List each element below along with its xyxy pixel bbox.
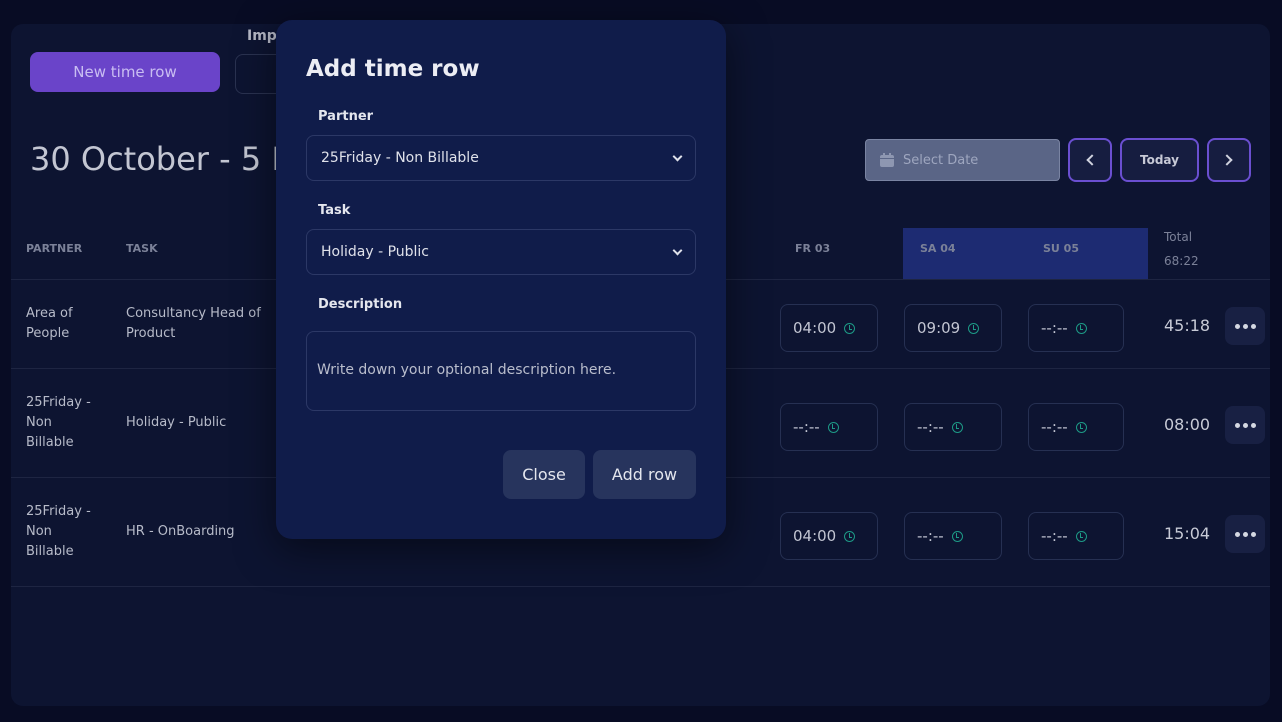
time-input-su[interactable]: --:-- xyxy=(1028,304,1124,352)
time-input-sa[interactable]: 09:09 xyxy=(904,304,1002,352)
add-row-button[interactable]: Add row xyxy=(593,450,696,499)
next-week-button[interactable] xyxy=(1207,138,1251,182)
description-input[interactable] xyxy=(306,331,696,411)
time-input-sa[interactable]: --:-- xyxy=(904,403,1002,451)
more-icon xyxy=(1234,422,1240,428)
row-partner: 25Friday - Non Billable xyxy=(26,504,91,559)
time-value: --:-- xyxy=(793,418,820,436)
chevron-left-icon xyxy=(1086,154,1098,166)
partner-label: Partner xyxy=(318,109,374,124)
time-value: 09:09 xyxy=(917,319,961,337)
task-select[interactable]: Holiday - Public xyxy=(306,229,696,275)
header-total-value: 68:22 xyxy=(1164,254,1199,268)
row-partner: 25Friday - Non Billable xyxy=(26,395,91,450)
time-value: --:-- xyxy=(1041,319,1068,337)
task-label: Task xyxy=(318,203,351,218)
clock-icon xyxy=(827,421,839,433)
time-input-fr[interactable]: 04:00 xyxy=(780,512,878,560)
header-task: TASK xyxy=(126,242,158,255)
time-value: --:-- xyxy=(1041,418,1068,436)
time-input-su[interactable]: --:-- xyxy=(1028,403,1124,451)
more-icon xyxy=(1242,422,1248,428)
date-picker-placeholder: Select Date xyxy=(903,152,979,168)
more-icon xyxy=(1250,531,1256,537)
row-partner: Area of People xyxy=(26,306,73,341)
time-value: --:-- xyxy=(917,418,944,436)
row-total: 08:00 xyxy=(1164,415,1211,434)
more-icon xyxy=(1234,531,1240,537)
time-value: --:-- xyxy=(1041,527,1068,545)
time-input-sa[interactable]: --:-- xyxy=(904,512,1002,560)
header-total: Total xyxy=(1164,230,1193,244)
modal-title: Add time row xyxy=(306,56,480,82)
header-fr: FR 03 xyxy=(795,242,831,255)
chevron-right-icon xyxy=(1221,154,1233,166)
row-task: Holiday - Public xyxy=(126,415,227,430)
row-total: 15:04 xyxy=(1164,524,1211,543)
row-task: Consultancy Head of Product xyxy=(126,306,261,341)
task-select-value: Holiday - Public xyxy=(321,244,430,260)
clock-icon xyxy=(844,530,856,542)
clock-icon xyxy=(844,322,856,334)
close-button[interactable]: Close xyxy=(503,450,585,499)
more-icon xyxy=(1242,323,1248,329)
clock-icon xyxy=(951,421,963,433)
row-more-button[interactable] xyxy=(1225,515,1265,553)
time-input-fr[interactable]: --:-- xyxy=(780,403,878,451)
row-total: 45:18 xyxy=(1164,316,1211,335)
row-divider xyxy=(11,586,1270,587)
row-more-button[interactable] xyxy=(1225,307,1265,345)
clock-icon xyxy=(1075,530,1087,542)
date-picker[interactable]: Select Date xyxy=(865,139,1060,181)
add-time-row-modal: Add time row Partner 25Friday - Non Bill… xyxy=(276,20,726,539)
time-value: --:-- xyxy=(917,527,944,545)
time-input-fr[interactable]: 04:00 xyxy=(780,304,878,352)
header-sa: SA 04 xyxy=(920,242,956,255)
description-label: Description xyxy=(318,297,403,312)
partner-select-value: 25Friday - Non Billable xyxy=(321,150,479,166)
header-su: SU 05 xyxy=(1043,242,1079,255)
row-more-button[interactable] xyxy=(1225,406,1265,444)
clock-icon xyxy=(1075,322,1087,334)
clock-icon xyxy=(951,530,963,542)
more-icon xyxy=(1242,531,1248,537)
row-task: HR - OnBoarding xyxy=(126,524,235,539)
clock-icon xyxy=(1075,421,1087,433)
chevron-down-icon xyxy=(672,245,683,255)
week-title: 30 October - 5 N xyxy=(30,140,296,178)
more-icon xyxy=(1250,323,1256,329)
header-partner: PARTNER xyxy=(26,242,83,255)
time-input-su[interactable]: --:-- xyxy=(1028,512,1124,560)
chevron-down-icon xyxy=(672,151,683,161)
new-time-row-button[interactable]: New time row xyxy=(30,52,220,92)
more-icon xyxy=(1234,323,1240,329)
calendar-icon xyxy=(880,153,894,167)
more-icon xyxy=(1250,422,1256,428)
today-button[interactable]: Today xyxy=(1120,138,1199,182)
prev-week-button[interactable] xyxy=(1068,138,1112,182)
time-value: 04:00 xyxy=(793,319,837,337)
clock-icon xyxy=(968,322,980,334)
time-value: 04:00 xyxy=(793,527,837,545)
partner-select[interactable]: 25Friday - Non Billable xyxy=(306,135,696,181)
